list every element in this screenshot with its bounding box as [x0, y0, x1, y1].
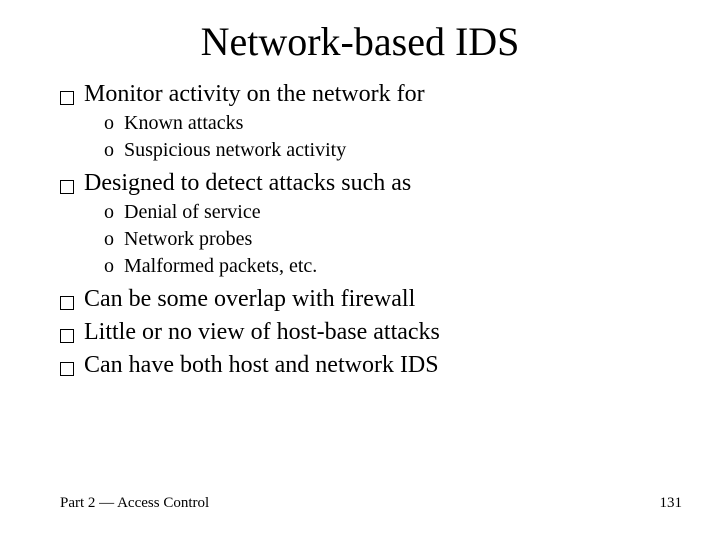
- list-item-label: Network probes: [124, 226, 252, 253]
- square-bullet-icon: [60, 296, 74, 310]
- square-bullet-icon: [60, 362, 74, 376]
- sub-list: o Denial of service o Network probes o M…: [60, 199, 680, 280]
- circle-bullet-icon: o: [104, 226, 114, 253]
- list-item: Designed to detect attacks such as: [60, 170, 680, 197]
- list-item-label: Can have both host and network IDS: [84, 352, 439, 379]
- list-item-label: Monitor activity on the network for: [84, 81, 425, 108]
- list-item: Can be some overlap with firewall: [60, 286, 680, 313]
- square-bullet-icon: [60, 180, 74, 194]
- list-item: o Suspicious network activity: [104, 137, 680, 164]
- slide-title: Network-based IDS: [0, 0, 720, 75]
- square-bullet-icon: [60, 329, 74, 343]
- list-item-label: Denial of service: [124, 199, 261, 226]
- list-item-label: Designed to detect attacks such as: [84, 170, 411, 197]
- list-item: o Denial of service: [104, 199, 680, 226]
- list-item: Monitor activity on the network for: [60, 81, 680, 108]
- slide-body: Monitor activity on the network for o Kn…: [0, 81, 720, 379]
- list-item-label: Can be some overlap with firewall: [84, 286, 415, 313]
- sub-list: o Known attacks o Suspicious network act…: [60, 110, 680, 164]
- list-item: o Known attacks: [104, 110, 680, 137]
- list-item-label: Little or no view of host-base attacks: [84, 319, 440, 346]
- circle-bullet-icon: o: [104, 110, 114, 137]
- circle-bullet-icon: o: [104, 137, 114, 164]
- page-number: 131: [660, 495, 683, 512]
- list-item: Little or no view of host-base attacks: [60, 319, 680, 346]
- list-item-label: Malformed packets, etc.: [124, 253, 317, 280]
- square-bullet-icon: [60, 91, 74, 105]
- list-item-label: Suspicious network activity: [124, 137, 346, 164]
- circle-bullet-icon: o: [104, 199, 114, 226]
- list-item-label: Known attacks: [124, 110, 243, 137]
- list-item: o Malformed packets, etc.: [104, 253, 680, 280]
- list-item: Can have both host and network IDS: [60, 352, 680, 379]
- circle-bullet-icon: o: [104, 253, 114, 280]
- list-item: o Network probes: [104, 226, 680, 253]
- footer-section-label: Part 2 — Access Control: [60, 495, 209, 512]
